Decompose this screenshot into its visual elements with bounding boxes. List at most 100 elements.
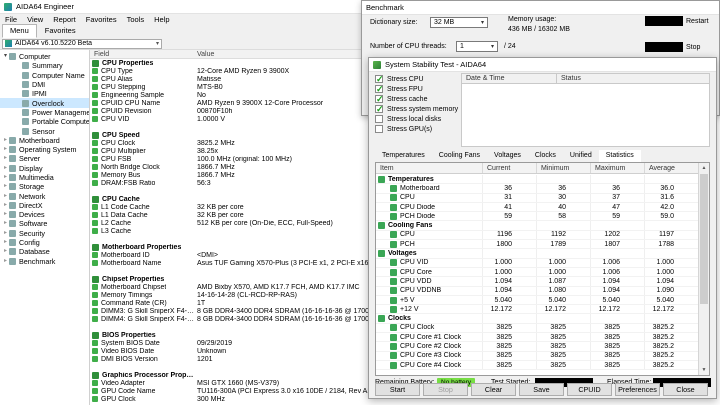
statistics-row[interactable]: +5 V 5.040 5.040 5.040 5.040: [376, 295, 698, 306]
menu-item[interactable]: Favorites: [81, 15, 122, 24]
chevron-down-icon: ▾: [155, 41, 159, 47]
statistics-row[interactable]: CPU Core #4 Clock 3825 3825 3825 3825.2: [376, 360, 698, 371]
page-tab[interactable]: Favorites: [37, 24, 84, 38]
stop-button[interactable]: Stop: [645, 42, 700, 52]
statistics-row[interactable]: CPU 31 30 37 31.6: [376, 193, 698, 203]
tree-item[interactable]: Power Management: [0, 108, 89, 117]
tree-item[interactable]: Computer: [0, 52, 89, 61]
scrollbar-thumb[interactable]: [700, 174, 708, 304]
statistics-row[interactable]: CPU VDD 1.094 1.087 1.094 1.094: [376, 277, 698, 287]
tree-caret-icon: [2, 173, 9, 182]
item-column-header[interactable]: Item: [376, 165, 482, 172]
menu-item[interactable]: File: [0, 15, 22, 24]
tree-item[interactable]: Database: [0, 247, 89, 256]
version-combo[interactable]: AIDA64 v6.10.5220 Beta ▾: [2, 38, 162, 49]
tree-item[interactable]: Portable Computer: [0, 117, 89, 126]
tree-item[interactable]: Benchmark: [0, 257, 89, 266]
menu-item[interactable]: Help: [149, 15, 174, 24]
sensor-tab[interactable]: Unified: [563, 150, 599, 162]
statistics-row[interactable]: PCH 1800 1789 1807 1788: [376, 240, 698, 250]
benchmark-title-bar[interactable]: Benchmark: [362, 1, 719, 15]
cpu-threads-select[interactable]: 1 ▾: [456, 41, 498, 52]
menu-item[interactable]: Report: [48, 15, 81, 24]
stability-title-bar[interactable]: System Stability Test - AIDA64: [369, 58, 716, 72]
tree-item[interactable]: Software: [0, 219, 89, 228]
stress-checkbox[interactable]: Stress FPU: [375, 84, 459, 95]
test-log: Date & Time Status: [461, 73, 710, 147]
tree-item[interactable]: Storage: [0, 182, 89, 191]
dialog-button[interactable]: Stop: [423, 383, 468, 396]
dictionary-size-select[interactable]: 32 MB ▾: [430, 17, 488, 28]
sensor-icon: [22, 127, 29, 135]
statistics-row[interactable]: CPU Core #2 Clock 3825 3825 3825 3825.2: [376, 342, 698, 352]
tree-item[interactable]: DMI: [0, 80, 89, 89]
statistics-row[interactable]: CPU Core #3 Clock 3825 3825 3825 3825.2: [376, 351, 698, 361]
sensor-tab[interactable]: Statistics: [598, 150, 641, 162]
network-icon: [9, 192, 16, 200]
log-status-column-header[interactable]: Status: [557, 75, 709, 82]
statistics-row[interactable]: CPU Core #1 Clock 3825 3825 3825 3825.2: [376, 333, 698, 343]
statistics-row[interactable]: CPU Core 1.000 1.000 1.006 1.000: [376, 267, 698, 278]
tree-item[interactable]: Display: [0, 164, 89, 173]
statistics-row[interactable]: Clocks: [376, 314, 698, 324]
statistics-row[interactable]: Temperatures: [376, 175, 698, 185]
statistics-row[interactable]: CPU 1196 1192 1202 1197: [376, 230, 698, 241]
statistics-scrollbar[interactable]: ▲ ▼: [698, 163, 709, 375]
statistics-row[interactable]: CPU VID 1.000 1.000 1.006 1.000: [376, 258, 698, 268]
tree-item[interactable]: Computer Name: [0, 71, 89, 80]
menu-item[interactable]: Tools: [122, 15, 150, 24]
stress-checkbox[interactable]: Stress local disks: [375, 114, 459, 124]
log-datetime-column-header[interactable]: Date & Time: [462, 74, 557, 83]
tree-item[interactable]: Server: [0, 154, 89, 163]
tree-item[interactable]: Multimedia: [0, 173, 89, 182]
sensor-tab[interactable]: Voltages: [487, 150, 528, 162]
tree-item[interactable]: Config: [0, 238, 89, 247]
tree-item[interactable]: DirectX: [0, 201, 89, 210]
statistics-row[interactable]: Motherboard 36 36 36 36.0: [376, 184, 698, 194]
sensor-tab[interactable]: Temperatures: [375, 150, 432, 162]
tree-item[interactable]: Overclock: [0, 98, 89, 108]
field-icon: [92, 388, 98, 394]
maximum-column-header[interactable]: Maximum: [590, 163, 644, 173]
current-column-header[interactable]: Current: [482, 163, 536, 173]
statistics-row[interactable]: +12 V 12.172 12.172 12.172 12.172: [376, 305, 698, 315]
tree-item[interactable]: Network: [0, 191, 89, 201]
sensor-tab[interactable]: Clocks: [528, 150, 563, 162]
tree-item[interactable]: Devices: [0, 210, 89, 219]
field-icon: [92, 396, 98, 402]
statistics-row[interactable]: CPU Clock 3825 3825 3825 3825.2: [376, 323, 698, 334]
field-icon: [92, 172, 98, 178]
statistics-row[interactable]: Voltages: [376, 249, 698, 259]
statistics-row[interactable]: CPU Diode 41 40 47 42.0: [376, 202, 698, 213]
stress-checkbox[interactable]: Stress cache: [375, 94, 459, 105]
dialog-button[interactable]: Clear: [471, 383, 516, 396]
scroll-up-icon[interactable]: ▲: [699, 163, 709, 173]
statistics-row[interactable]: Cooling Fans: [376, 221, 698, 231]
stress-checkbox[interactable]: Stress system memory: [375, 104, 459, 115]
dialog-button[interactable]: Preferences: [615, 383, 660, 396]
dialog-button[interactable]: Save: [519, 383, 564, 396]
stress-checkbox[interactable]: Stress CPU: [375, 74, 459, 85]
tree-item[interactable]: Operating System: [0, 145, 89, 154]
page-tab[interactable]: Menu: [2, 24, 37, 38]
scroll-down-icon[interactable]: ▼: [699, 365, 709, 375]
tree-item[interactable]: IPMI: [0, 89, 89, 98]
tree-item[interactable]: Sensor: [0, 126, 89, 136]
minimum-column-header[interactable]: Minimum: [536, 163, 590, 173]
dialog-button[interactable]: Start: [375, 383, 420, 396]
restart-button[interactable]: Restart: [645, 16, 709, 26]
tree-item[interactable]: Security: [0, 229, 89, 238]
tree-item[interactable]: Summary: [0, 61, 89, 70]
checkbox-icon: [375, 84, 384, 95]
sensor-tab[interactable]: Cooling Fans: [432, 150, 487, 162]
menu-item[interactable]: View: [22, 15, 48, 24]
dialog-button[interactable]: Close: [663, 383, 708, 396]
statistics-row[interactable]: CPU VDDNB 1.094 1.080 1.094 1.090: [376, 286, 698, 296]
tree-item[interactable]: Motherboard: [0, 136, 89, 145]
stress-checkbox[interactable]: Stress GPU(s): [375, 124, 459, 134]
dialog-button[interactable]: CPUID: [567, 383, 612, 396]
statistics-row[interactable]: PCH Diode 59 58 59 59.0: [376, 212, 698, 222]
average-column-header[interactable]: Average: [644, 163, 698, 173]
tree-caret-icon: [2, 257, 9, 266]
field-column-header[interactable]: Field: [90, 51, 195, 58]
